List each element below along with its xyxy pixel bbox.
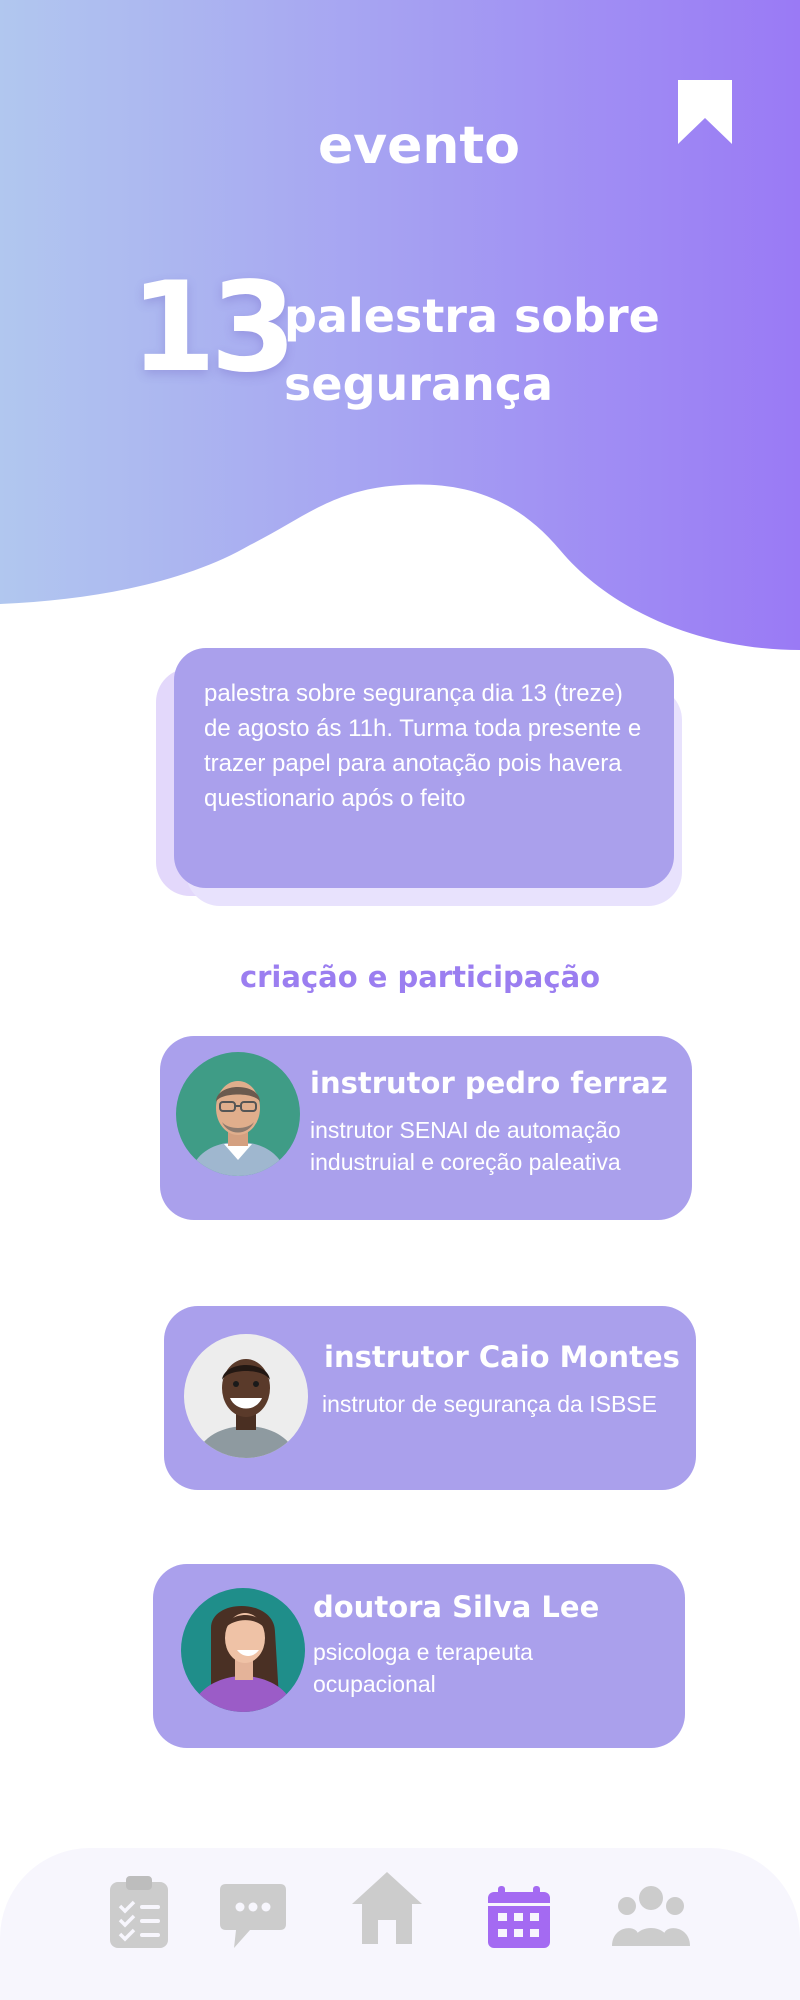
calendar-icon[interactable] xyxy=(486,1886,552,1950)
event-name: palestra sobre segurança xyxy=(284,289,660,411)
participant-role: instrutor SENAI de automação industruial… xyxy=(310,1117,621,1175)
chat-bubble-icon[interactable] xyxy=(216,1882,290,1952)
participants-section-title: criação e participação xyxy=(239,960,601,994)
event-description: palestra sobre segurança dia 13 (treze) … xyxy=(204,680,642,812)
bottom-navigation xyxy=(0,1848,800,2000)
clipboard-list-icon[interactable] xyxy=(108,1874,170,1950)
participant-card-caio-montes[interactable]: instrutor Caio Montes instrutor de segur… xyxy=(164,1306,696,1490)
participant-card-silva-lee[interactable]: doutora Silva Lee psicologa e terapeuta … xyxy=(153,1564,685,1748)
home-icon[interactable] xyxy=(350,1870,424,1946)
avatar xyxy=(181,1588,305,1712)
avatar xyxy=(176,1052,300,1176)
participant-name: doutora Silva Lee xyxy=(313,1590,600,1624)
participant-name: instrutor Caio Montes xyxy=(324,1340,680,1374)
page-title: evento xyxy=(317,116,521,176)
description-card: palestra sobre segurança dia 13 (treze) … xyxy=(174,648,674,888)
event-day-number: 13 xyxy=(130,256,297,400)
avatar xyxy=(184,1334,308,1458)
participant-role: psicologa e terapeuta ocupacional xyxy=(313,1639,533,1697)
participant-role: instrutor de segurança da ISBSE xyxy=(322,1391,657,1417)
participant-name: instrutor pedro ferraz xyxy=(310,1066,668,1100)
users-icon[interactable] xyxy=(612,1882,690,1946)
participant-card-pedro-ferraz[interactable]: instrutor pedro ferraz instrutor SENAI d… xyxy=(160,1036,692,1220)
